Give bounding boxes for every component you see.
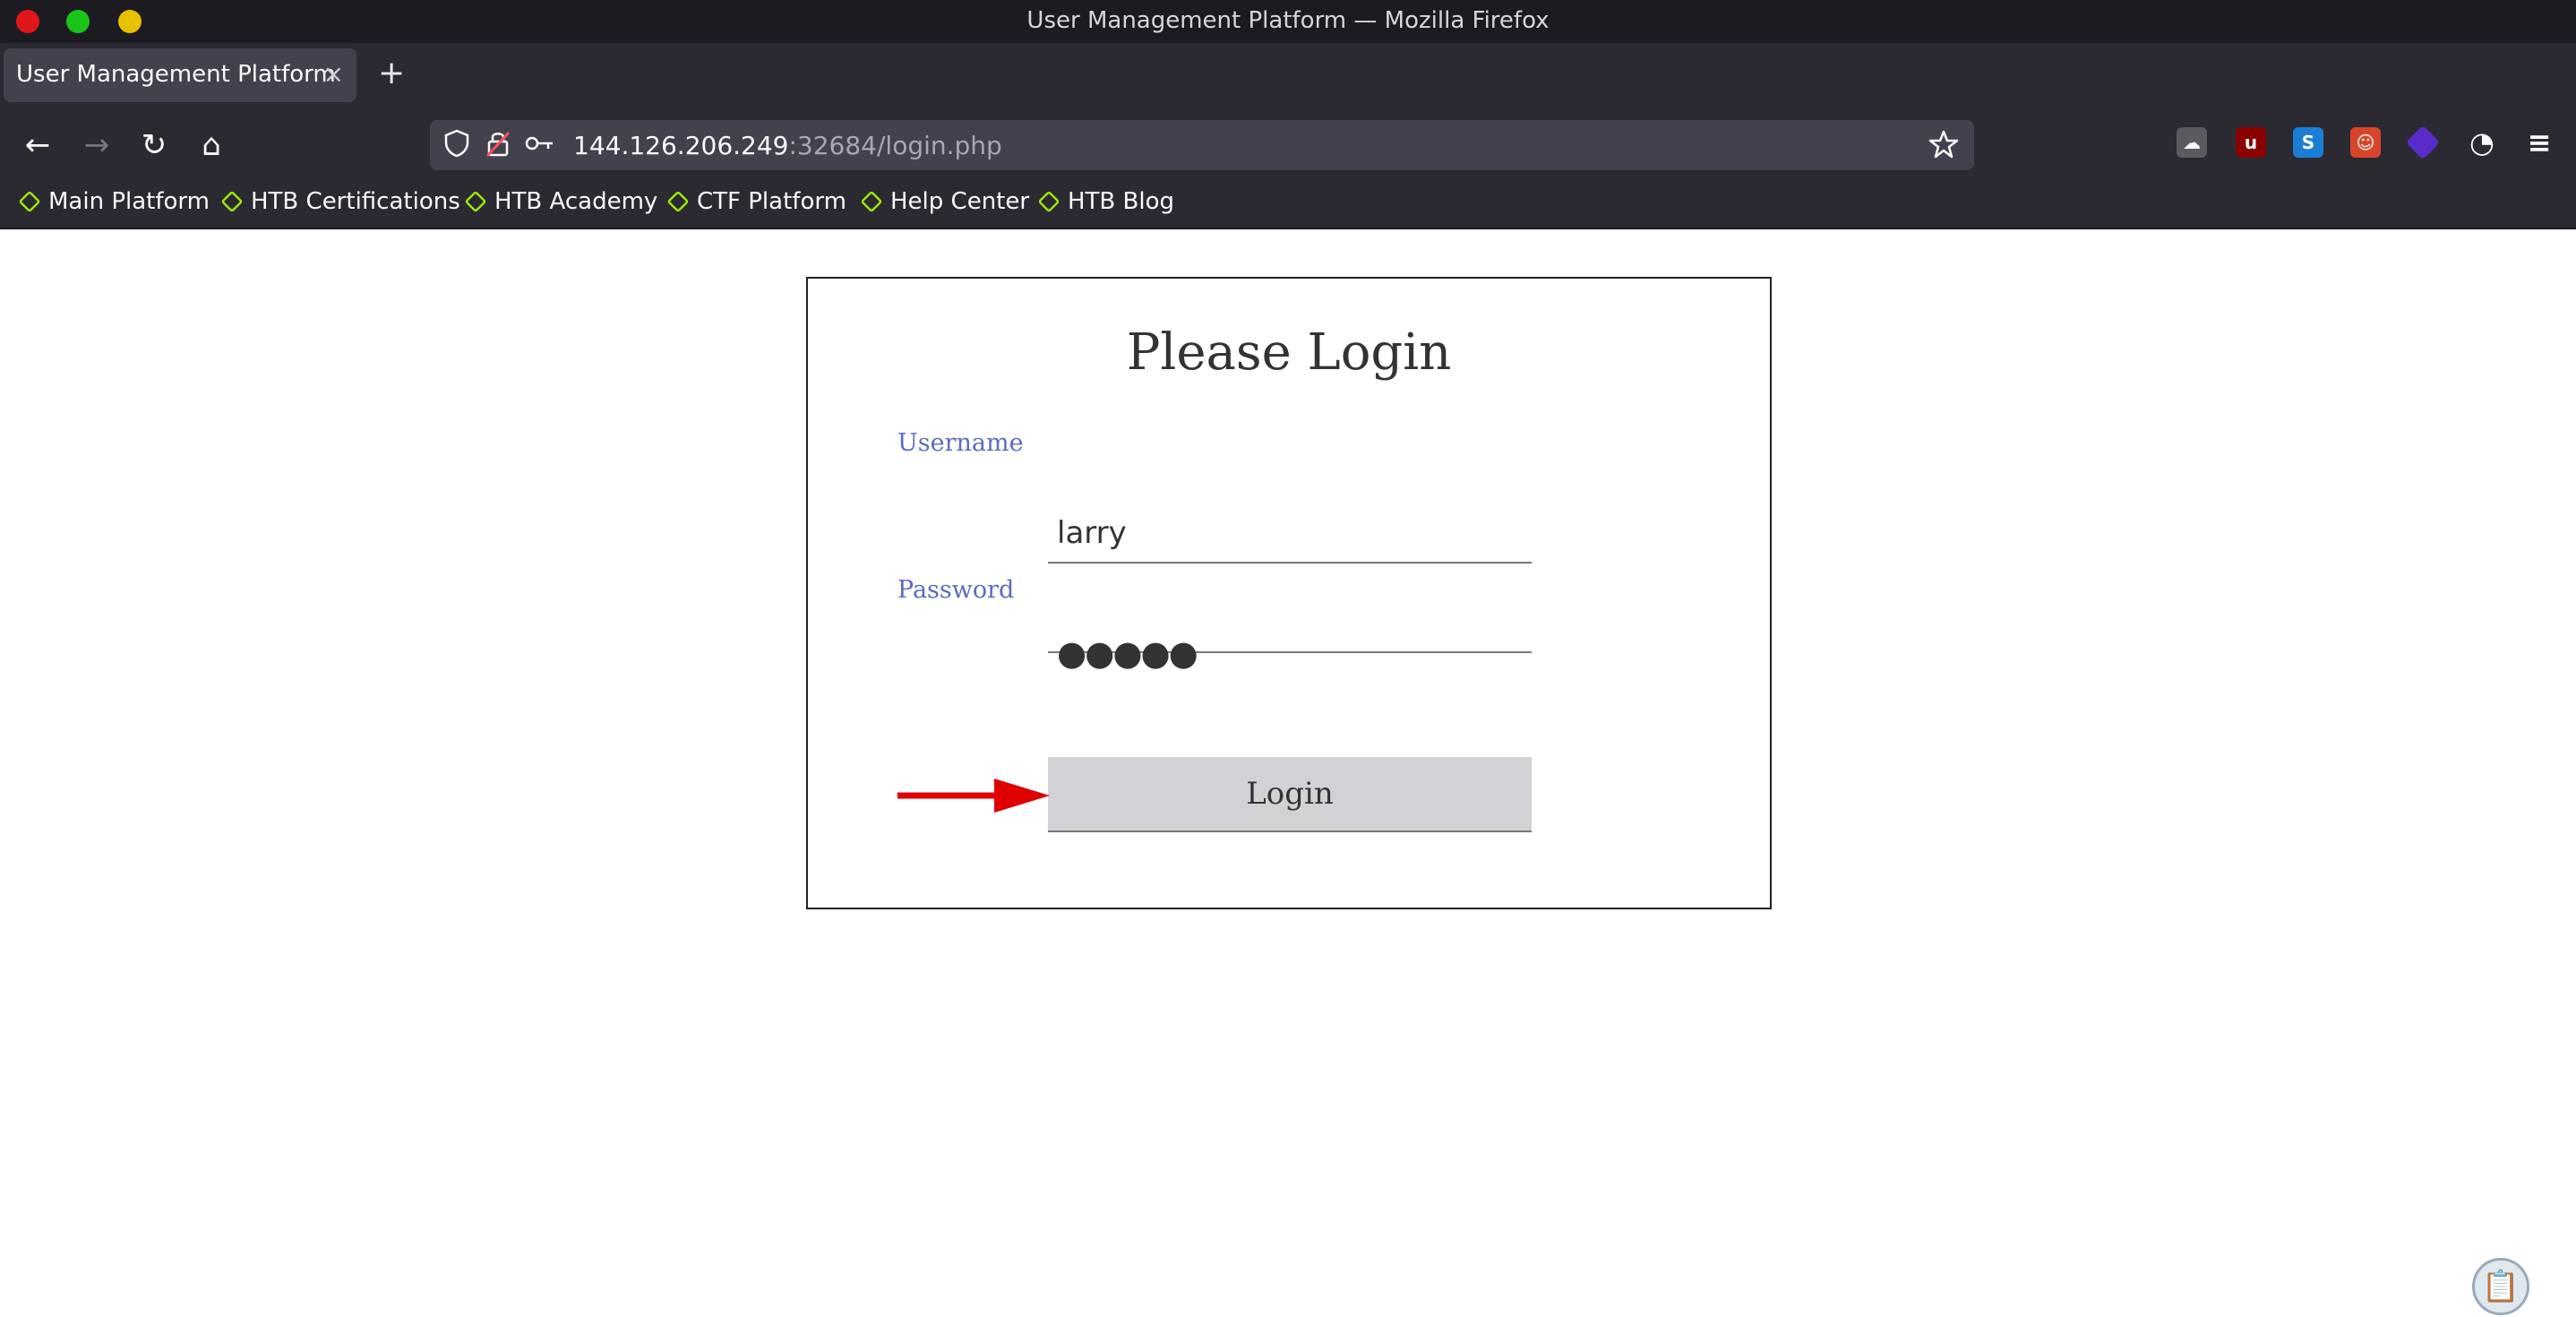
url-path: :32684/login.php	[788, 131, 1002, 160]
menu-icon[interactable]: ≡	[2524, 127, 2555, 158]
tab-label: User Management Platform	[16, 61, 336, 88]
key-icon[interactable]	[523, 129, 555, 161]
bookmark-label: HTB Blog	[1068, 188, 1175, 215]
bookmark-label: Main Platform	[48, 188, 210, 215]
ublock-icon[interactable]: u	[2236, 127, 2266, 158]
forward-button[interactable]: →	[77, 125, 116, 165]
tab-close-icon[interactable]: ×	[323, 59, 344, 89]
username-label: Username	[897, 429, 1024, 457]
username-input[interactable]	[1048, 504, 1532, 564]
bookmark-htb-blog[interactable]: HTB Blog	[1037, 188, 1175, 215]
url-bar[interactable]: 144.126.206.249:32684/login.php	[430, 120, 1974, 170]
password-mask: ●●●●●	[1057, 633, 1198, 673]
bookmark-label: CTF Platform	[697, 188, 846, 215]
cloud-icon[interactable]: ☁	[2177, 127, 2207, 158]
reload-button[interactable]: ↻	[134, 125, 174, 165]
bookmark-label: HTB Academy	[494, 188, 658, 215]
home-button[interactable]: ⌂	[192, 125, 231, 165]
page-content: Please Login Username Password ●●●●● Log…	[0, 229, 2576, 1317]
bookmark-help-center[interactable]: Help Center	[860, 188, 1030, 215]
bookmarks-bar: Main Platform HTB Certifications HTB Aca…	[0, 183, 2576, 229]
new-tab-button[interactable]: +	[378, 57, 405, 90]
htb-cube-icon	[220, 190, 244, 213]
tab-user-management[interactable]: User Management Platform ×	[4, 48, 356, 102]
bookmark-htb-certifications[interactable]: HTB Certifications	[220, 188, 460, 215]
window-title: User Management Platform — Mozilla Firef…	[1026, 7, 1550, 34]
bookmark-label: HTB Certifications	[251, 188, 460, 215]
login-form: Please Login Username Password ●●●●● Log…	[806, 277, 1772, 909]
htb-cube-icon	[1037, 190, 1060, 213]
url-host: 144.126.206.249	[573, 131, 789, 160]
bookmark-ctf-platform[interactable]: CTF Platform	[666, 188, 846, 215]
htb-cube-icon	[18, 190, 41, 213]
shield-icon[interactable]	[441, 129, 473, 161]
red-arrow-annotation	[897, 779, 1050, 813]
back-button[interactable]: ←	[18, 125, 57, 165]
lock-warning-icon[interactable]	[482, 129, 514, 161]
cookie-icon[interactable]: ◔	[2467, 127, 2497, 158]
password-label: Password	[897, 576, 1015, 604]
url-text[interactable]: 144.126.206.249:32684/login.php	[573, 131, 1002, 160]
devil-icon[interactable]: ☺	[2350, 127, 2381, 158]
s-extension-icon[interactable]: S	[2293, 127, 2323, 158]
bookmark-main-platform[interactable]: Main Platform	[18, 188, 210, 215]
login-button[interactable]: Login	[1048, 757, 1532, 832]
page-title: Please Login	[1126, 323, 1452, 382]
bookmark-star-icon[interactable]	[1928, 129, 1960, 161]
title-bar: User Management Platform — Mozilla Firef…	[0, 0, 2576, 43]
browser-window: User Management Platform — Mozilla Firef…	[0, 0, 2576, 1317]
htb-cube-icon	[666, 190, 690, 213]
htb-cube-icon	[860, 190, 883, 213]
bookmark-label: Help Center	[890, 188, 1030, 215]
bookmark-htb-academy[interactable]: HTB Academy	[464, 188, 658, 215]
clipboard-icon[interactable]: 📋	[2472, 1258, 2529, 1315]
tab-strip: User Management Platform × +	[0, 43, 2576, 108]
htb-cube-icon	[464, 190, 487, 213]
